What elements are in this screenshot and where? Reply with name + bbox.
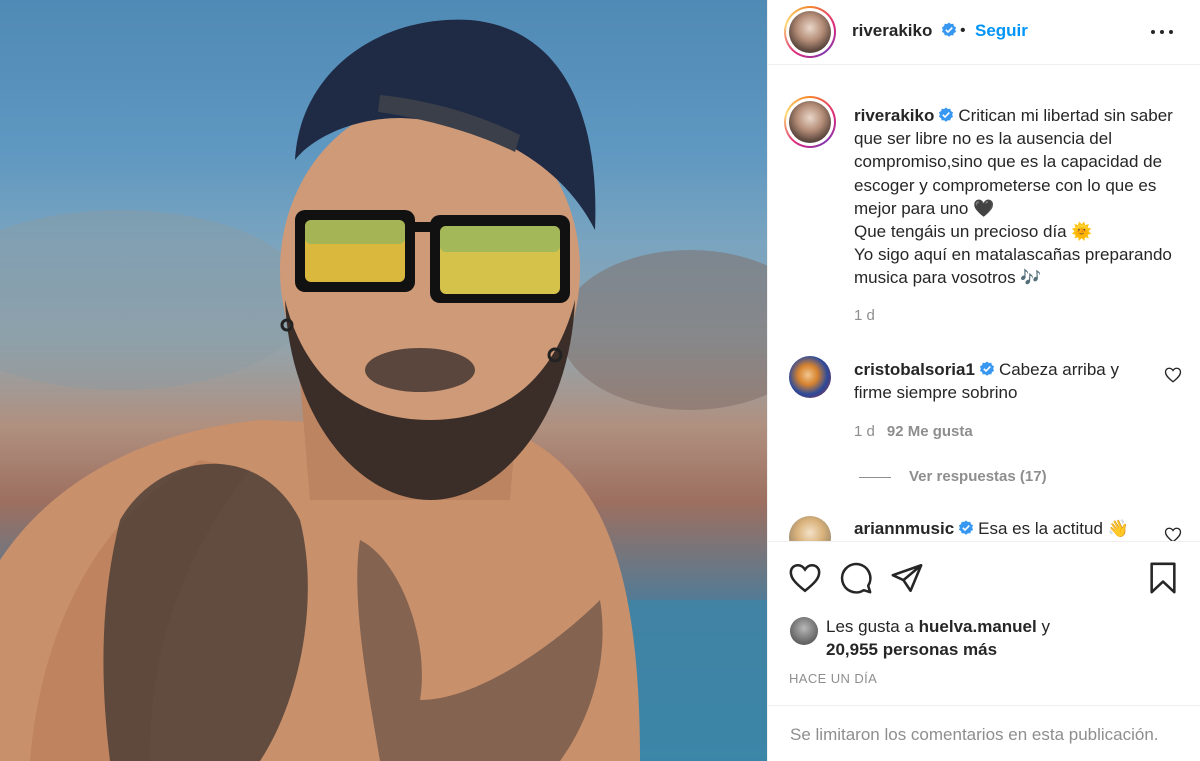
liker-username[interactable]: huelva.manuel <box>919 617 1037 636</box>
comment-avatar[interactable] <box>789 356 831 398</box>
caption: riverakiko Critican mi libertad sin saber… <box>854 104 1184 290</box>
heart-icon[interactable] <box>788 561 822 595</box>
comment-username[interactable]: ariannmusic <box>854 519 954 538</box>
likes-prefix: Les gusta a <box>826 617 914 636</box>
likes-count[interactable]: 20,955 personas más <box>826 640 997 659</box>
post-header: riverakiko • Seguir <box>768 0 1200 65</box>
caption-time[interactable]: 1 d <box>854 307 875 324</box>
comment-text: cristobalsoria1 Cabeza arriba y firme sie… <box>854 358 1144 404</box>
caption-avatar[interactable] <box>784 96 836 148</box>
comments-list[interactable]: riverakiko Critican mi libertad sin saber… <box>768 66 1200 542</box>
comment-username[interactable]: cristobalsoria1 <box>854 360 975 379</box>
post-timestamp[interactable]: HACE UN DÍA <box>789 671 877 686</box>
verified-icon <box>939 107 954 122</box>
view-replies-button[interactable]: Ver respuestas (17) <box>859 468 1047 485</box>
caption-line-3: Yo sigo aquí en matalascañas preparando … <box>854 245 1172 288</box>
caption-username[interactable]: riverakiko <box>854 106 934 125</box>
more-options-icon[interactable] <box>1148 18 1178 44</box>
bookmark-icon[interactable] <box>1146 561 1180 595</box>
separator-dot: • <box>960 22 966 39</box>
share-icon[interactable] <box>890 561 924 595</box>
comment-avatar[interactable] <box>789 516 831 541</box>
post-photo[interactable] <box>0 0 767 761</box>
liker-avatar[interactable] <box>790 617 818 645</box>
verified-icon <box>959 520 974 535</box>
comment-time[interactable]: 1 d <box>854 423 875 440</box>
author-username-link[interactable]: riverakiko <box>852 21 957 41</box>
comments-limited-text: Se limitaron los comentarios en esta pub… <box>790 725 1159 744</box>
comment-like-heart-icon[interactable] <box>1164 526 1182 542</box>
post-panel: riverakiko • Seguir riverakiko Critican m… <box>767 0 1200 761</box>
replies-divider <box>859 476 891 478</box>
follow-button[interactable]: Seguir <box>975 21 1028 41</box>
likes-conj: y <box>1041 617 1050 636</box>
likes-text: Les gusta a huelva.manuel y 20,955 perso… <box>826 615 1186 661</box>
comment-meta: 1 d 92 Me gusta <box>854 423 973 440</box>
author-avatar[interactable] <box>784 6 836 58</box>
view-replies-label: Ver respuestas (17) <box>909 468 1047 485</box>
comment-icon[interactable] <box>839 561 873 595</box>
action-bar <box>768 543 1200 613</box>
comment-text: ariannmusic Esa es la actitud 👋 <box>854 517 1154 540</box>
comment-body: Esa es la actitud 👋 <box>978 519 1129 538</box>
comment-likes[interactable]: 92 Me gusta <box>887 423 973 440</box>
caption-line-2: Que tengáis un precioso día 🌞 <box>854 222 1093 242</box>
verified-icon <box>942 22 957 37</box>
verified-icon <box>979 361 994 376</box>
comments-limited-notice: Se limitaron los comentarios en esta pub… <box>768 705 1200 761</box>
post-image <box>0 19 767 761</box>
author-username: riverakiko <box>852 21 933 40</box>
comment-like-heart-icon[interactable] <box>1164 366 1182 384</box>
